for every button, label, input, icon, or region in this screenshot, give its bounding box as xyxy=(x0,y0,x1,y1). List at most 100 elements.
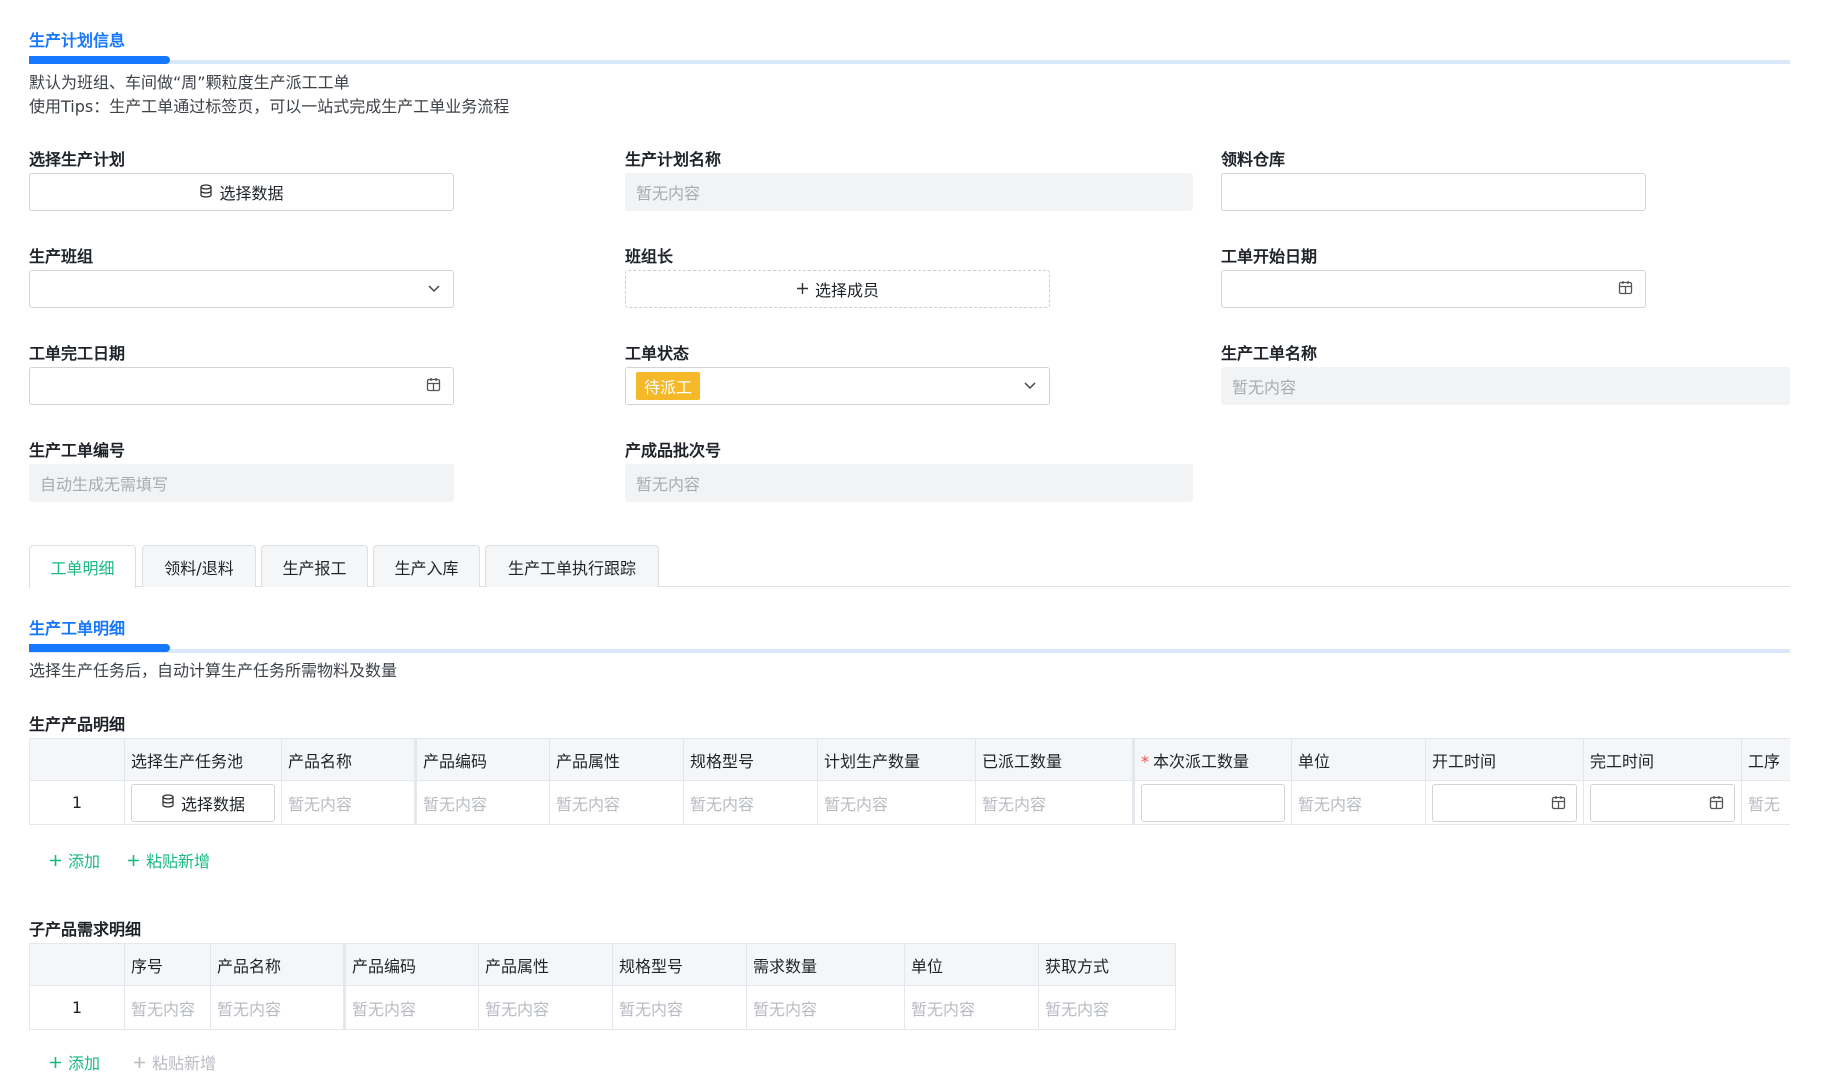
tab-order-detail[interactable]: 工单明细 xyxy=(29,545,136,588)
database-icon xyxy=(161,793,175,812)
product-attr-cell: 暂无内容 xyxy=(549,780,684,825)
sub-paste-add-button[interactable]: 粘贴新增 xyxy=(133,1050,216,1074)
sub-product-code-cell: 暂无内容 xyxy=(344,985,479,1030)
plan-section-divider xyxy=(29,60,1790,64)
finish-date-picker[interactable] xyxy=(29,367,454,405)
team-label: 生产班组 xyxy=(29,247,94,266)
tab-production-report[interactable]: 生产报工 xyxy=(261,545,368,587)
finish-time-cell xyxy=(1583,780,1742,825)
calendar-icon xyxy=(1618,280,1633,299)
sub-table-header-row: 序号 产品名称 产品编码 产品属性 规格型号 需求数量 单位 获取方式 xyxy=(29,943,1176,986)
product-table: 选择生产任务池 产品名称 产品编码 产品属性 规格型号 计划生产数量 已派工数量… xyxy=(29,738,1790,825)
sub-product-name-cell: 暂无内容 xyxy=(210,985,346,1030)
product-paste-add-button[interactable]: 粘贴新增 xyxy=(127,848,210,872)
order-name-label: 生产工单名称 xyxy=(1221,344,1318,363)
team-leader-label: 班组长 xyxy=(625,247,674,266)
finish-time-picker[interactable] xyxy=(1590,783,1735,822)
header-dispatched-qty: 已派工数量 xyxy=(975,738,1135,781)
sub-table-wrapper: 序号 产品名称 产品编码 产品属性 规格型号 需求数量 单位 获取方式 1 暂无… xyxy=(29,943,1176,1030)
detail-section-title: 生产工单明细 xyxy=(29,619,126,638)
plus-icon xyxy=(127,852,140,871)
sub-table-title: 子产品需求明细 xyxy=(29,920,142,939)
table-row: 1 选择数据 暂无内容 暂无内容 暂无内容 暂无内容 暂无内容 暂无内容 暂无内… xyxy=(29,780,1790,825)
required-marker: * xyxy=(1141,751,1149,771)
sub-header-product-attr: 产品属性 xyxy=(478,943,613,986)
header-planned-qty: 计划生产数量 xyxy=(817,738,976,781)
sub-spec-model-cell: 暂无内容 xyxy=(612,985,747,1030)
sub-unit-cell: 暂无内容 xyxy=(904,985,1039,1030)
table-row: 1 暂无内容 暂无内容 暂无内容 暂无内容 暂无内容 暂无内容 暂无内容 暂无内… xyxy=(29,985,1176,1030)
sub-header-spec-model: 规格型号 xyxy=(612,943,747,986)
tab-production-warehousing[interactable]: 生产入库 xyxy=(373,545,480,587)
plus-icon xyxy=(133,1054,146,1073)
select-task-button-label: 选择数据 xyxy=(180,794,245,814)
product-add-label: 添加 xyxy=(68,852,101,871)
sub-header-seq: 序号 xyxy=(124,943,211,986)
sub-table: 序号 产品名称 产品编码 产品属性 规格型号 需求数量 单位 获取方式 1 暂无… xyxy=(29,943,1176,1030)
calendar-icon xyxy=(1551,795,1566,814)
current-dispatch-qty-cell xyxy=(1133,780,1292,825)
chevron-down-icon xyxy=(427,280,441,299)
tab-material-issue-return[interactable]: 领料/退料 xyxy=(142,545,256,587)
product-table-header-row: 选择生产任务池 产品名称 产品编码 产品属性 规格型号 计划生产数量 已派工数量… xyxy=(29,738,1790,781)
sub-header-demand-qty: 需求数量 xyxy=(746,943,905,986)
plan-section-accent xyxy=(29,56,170,64)
header-current-dispatch-qty-label: 本次派工数量 xyxy=(1153,751,1250,771)
sub-header-product-name: 产品名称 xyxy=(210,943,346,986)
header-product-code: 产品编码 xyxy=(415,738,550,781)
sub-header-product-code: 产品编码 xyxy=(344,943,479,986)
sub-row-index: 1 xyxy=(29,985,125,1030)
warehouse-input[interactable] xyxy=(1221,173,1646,211)
sub-product-attr-cell: 暂无内容 xyxy=(478,985,613,1030)
row-index: 1 xyxy=(29,780,125,825)
header-select-task: 选择生产任务池 xyxy=(124,738,282,781)
dispatched-qty-cell: 暂无内容 xyxy=(975,780,1135,825)
tab-execution-tracking[interactable]: 生产工单执行跟踪 xyxy=(485,545,659,587)
plus-icon xyxy=(796,280,809,299)
header-index xyxy=(29,738,125,781)
detail-section-desc: 选择生产任务后，自动计算生产任务所需物料及数量 xyxy=(29,661,398,680)
select-plan-button[interactable]: 选择数据 xyxy=(29,173,454,211)
order-no-label: 生产工单编号 xyxy=(29,441,126,460)
sub-add-button[interactable]: 添加 xyxy=(49,1050,100,1074)
database-icon xyxy=(199,183,213,202)
select-plan-button-label: 选择数据 xyxy=(219,184,284,203)
detail-section-accent xyxy=(29,644,170,652)
status-tag: 待派工 xyxy=(636,372,701,400)
select-task-cell: 选择数据 xyxy=(124,780,282,825)
chevron-down-icon xyxy=(1023,377,1037,396)
order-no-field: 自动生成无需填写 xyxy=(29,464,454,502)
calendar-icon xyxy=(426,377,441,396)
start-date-picker[interactable] xyxy=(1221,270,1646,308)
unit-cell: 暂无内容 xyxy=(1291,780,1426,825)
finish-date-label: 工单完工日期 xyxy=(29,344,126,363)
header-product-attr: 产品属性 xyxy=(549,738,684,781)
status-label: 工单状态 xyxy=(625,344,690,363)
plan-name-field: 暂无内容 xyxy=(625,173,1193,211)
product-table-wrapper: 选择生产任务池 产品名称 产品编码 产品属性 规格型号 计划生产数量 已派工数量… xyxy=(29,738,1790,830)
sub-header-acquire-method: 获取方式 xyxy=(1038,943,1176,986)
header-start-time: 开工时间 xyxy=(1425,738,1584,781)
spec-model-cell: 暂无内容 xyxy=(683,780,818,825)
plus-icon xyxy=(49,852,62,871)
select-member-button[interactable]: 选择成员 xyxy=(625,270,1050,308)
current-dispatch-qty-input[interactable] xyxy=(1141,783,1285,822)
status-select[interactable]: 待派工 xyxy=(625,367,1050,405)
team-select[interactable] xyxy=(29,270,454,308)
select-plan-label: 选择生产计划 xyxy=(29,150,126,169)
product-code-cell: 暂无内容 xyxy=(415,780,550,825)
batch-no-field: 暂无内容 xyxy=(625,464,1193,502)
warehouse-label: 领料仓库 xyxy=(1221,150,1286,169)
plan-section-title: 生产计划信息 xyxy=(29,31,126,50)
select-task-button[interactable]: 选择数据 xyxy=(131,783,275,822)
order-name-field: 暂无内容 xyxy=(1221,367,1790,405)
start-time-picker[interactable] xyxy=(1432,783,1577,822)
sub-paste-add-label: 粘贴新增 xyxy=(152,1054,217,1073)
batch-no-label: 产成品批次号 xyxy=(625,441,722,460)
start-date-label: 工单开始日期 xyxy=(1221,247,1318,266)
plan-section-desc-1: 默认为班组、车间做“周”颗粒度生产派工工单 xyxy=(29,73,350,92)
header-finish-time: 完工时间 xyxy=(1583,738,1742,781)
plus-icon xyxy=(49,1054,62,1073)
product-table-title: 生产产品明细 xyxy=(29,715,126,734)
product-add-button[interactable]: 添加 xyxy=(49,848,100,872)
